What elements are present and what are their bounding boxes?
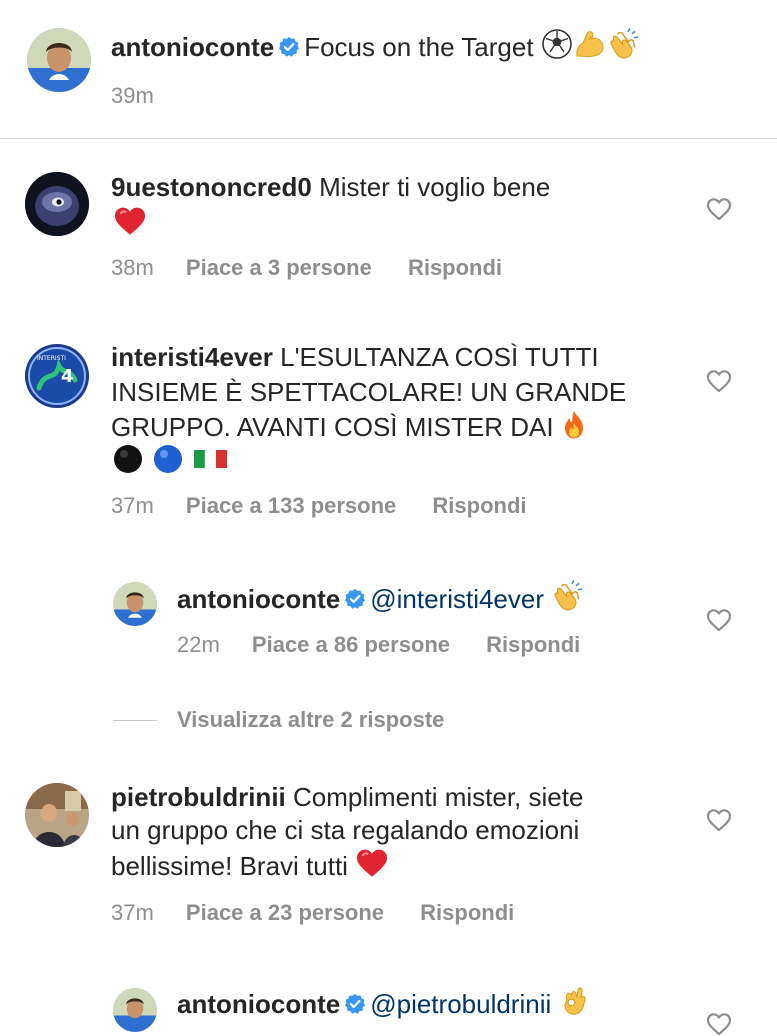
comment-avatar[interactable]: 4 INTERISTI	[25, 344, 89, 408]
comment-username[interactable]: interisti4ever	[111, 342, 273, 372]
comment-username[interactable]: 9uestononcred0	[111, 172, 312, 202]
reply-time: 22m	[177, 632, 220, 657]
comment-text: interisti4ever L'ESULTANZA COSÌ TUTTI IN…	[111, 340, 626, 449]
clapping-hands-icon	[551, 580, 583, 621]
reply-button[interactable]: Rispondi	[408, 255, 502, 280]
like-heart-icon[interactable]	[706, 197, 732, 221]
blue-circle-icon	[154, 445, 182, 473]
like-heart-icon[interactable]	[706, 808, 732, 832]
reply-meta: 22m Piace a 86 persone Rispondi	[177, 631, 580, 659]
like-heart-icon[interactable]	[706, 369, 732, 393]
view-replies-line	[113, 720, 157, 721]
caption-divider	[0, 138, 777, 139]
clapping-hands-icon	[607, 28, 639, 69]
comment-likes[interactable]: Piace a 3 persone	[186, 255, 372, 280]
verified-badge-icon	[344, 993, 366, 1015]
red-heart-icon	[113, 205, 147, 237]
comment-text: pietrobuldrinii Complimenti mister, siet…	[111, 781, 583, 887]
comment-meta: 37m Piace a 23 persone Rispondi	[111, 899, 514, 927]
comment-username[interactable]: pietrobuldrinii	[111, 782, 286, 812]
caption-username[interactable]: antonioconte	[111, 32, 274, 62]
mention-link[interactable]: @pietrobuldrinii	[370, 989, 551, 1019]
reply-button[interactable]: Rispondi	[432, 493, 526, 518]
reply-text: antonioconte @interisti4ever	[177, 580, 583, 621]
comment-avatar[interactable]	[25, 172, 89, 236]
reply-text: antonioconte @pietrobuldrinii	[177, 985, 589, 1026]
comment-meta: 37m Piace a 133 persone Rispondi	[111, 492, 527, 520]
view-more-replies-button[interactable]: Visualizza altre 2 risposte	[177, 706, 444, 734]
svg-text:INTERISTI: INTERISTI	[37, 355, 66, 362]
caption-body: Focus on the Target	[304, 32, 534, 62]
reply-likes[interactable]: Piace a 86 persone	[252, 632, 450, 657]
verified-badge-icon	[278, 36, 300, 58]
reply-avatar[interactable]	[113, 582, 157, 626]
reply-username[interactable]: antonioconte	[177, 584, 340, 614]
reply-avatar[interactable]	[113, 988, 157, 1032]
like-heart-icon[interactable]	[706, 1012, 732, 1036]
caption-avatar[interactable]	[27, 28, 91, 92]
like-heart-icon[interactable]	[706, 608, 732, 632]
caption-text: antonioconte Focus on the Target	[111, 28, 639, 69]
comment-time: 37m	[111, 900, 154, 925]
comment-meta: 38m Piace a 3 persone Rispondi	[111, 254, 502, 282]
caption-time: 39m	[111, 83, 154, 108]
soccer-ball-icon	[541, 28, 573, 69]
mention-link[interactable]: @interisti4ever	[370, 584, 544, 614]
ok-hand-icon	[559, 985, 589, 1026]
svg-text:4: 4	[61, 366, 74, 387]
fire-icon	[561, 410, 587, 449]
comment-time: 38m	[111, 255, 154, 280]
italian-flag-icon	[194, 449, 227, 469]
flexed-biceps-icon	[573, 28, 607, 69]
red-heart-icon	[355, 847, 389, 887]
comment-text: 9uestononcred0 Mister ti voglio bene	[111, 172, 551, 202]
comment-likes[interactable]: Piace a 133 persone	[186, 493, 396, 518]
comment-avatar[interactable]	[25, 783, 89, 847]
reply-username[interactable]: antonioconte	[177, 989, 340, 1019]
emoji-row	[113, 443, 233, 475]
verified-badge-icon	[344, 588, 366, 610]
comment-time: 37m	[111, 493, 154, 518]
comment-likes[interactable]: Piace a 23 persone	[186, 900, 384, 925]
reply-button[interactable]: Rispondi	[420, 900, 514, 925]
reply-button[interactable]: Rispondi	[486, 632, 580, 657]
black-circle-icon	[114, 445, 227, 473]
